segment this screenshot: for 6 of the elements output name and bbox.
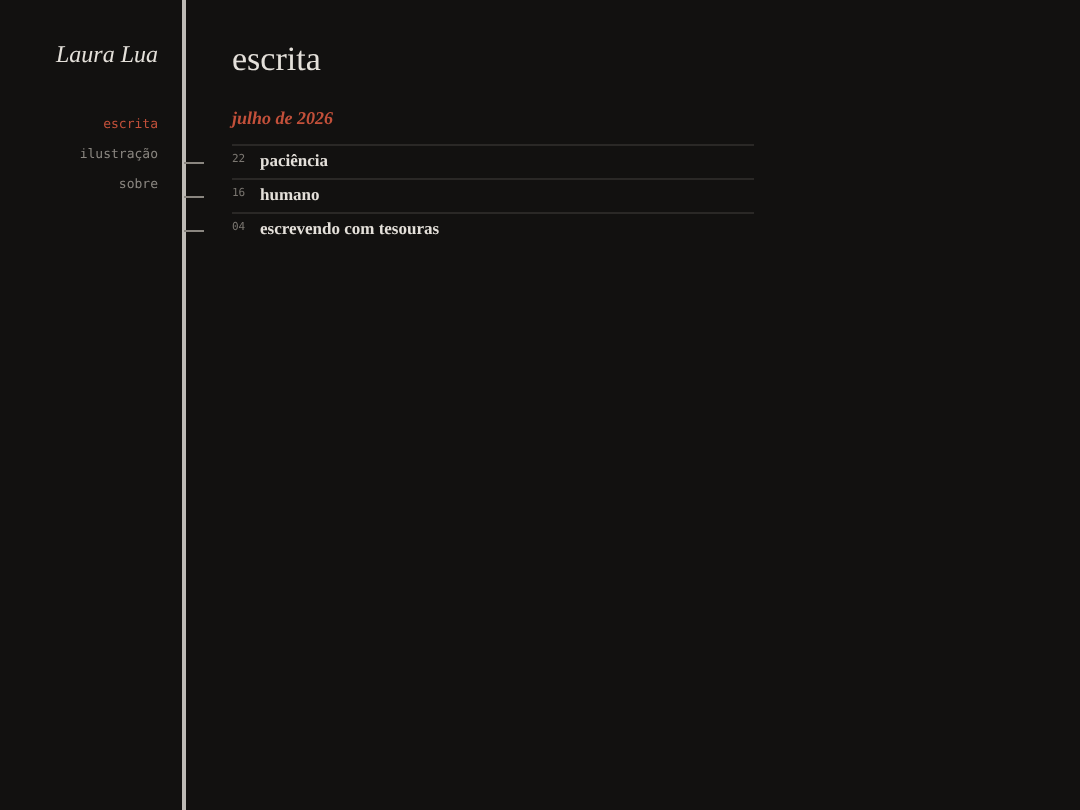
- page-title: escrita: [232, 38, 323, 82]
- month-heading: julho de 2026: [232, 106, 336, 132]
- post-link[interactable]: humano: [260, 182, 320, 208]
- site-title[interactable]: Laura Lua: [55, 36, 158, 72]
- post-link[interactable]: escrevendo com tesouras: [260, 216, 440, 242]
- post-link[interactable]: paciência: [260, 148, 328, 174]
